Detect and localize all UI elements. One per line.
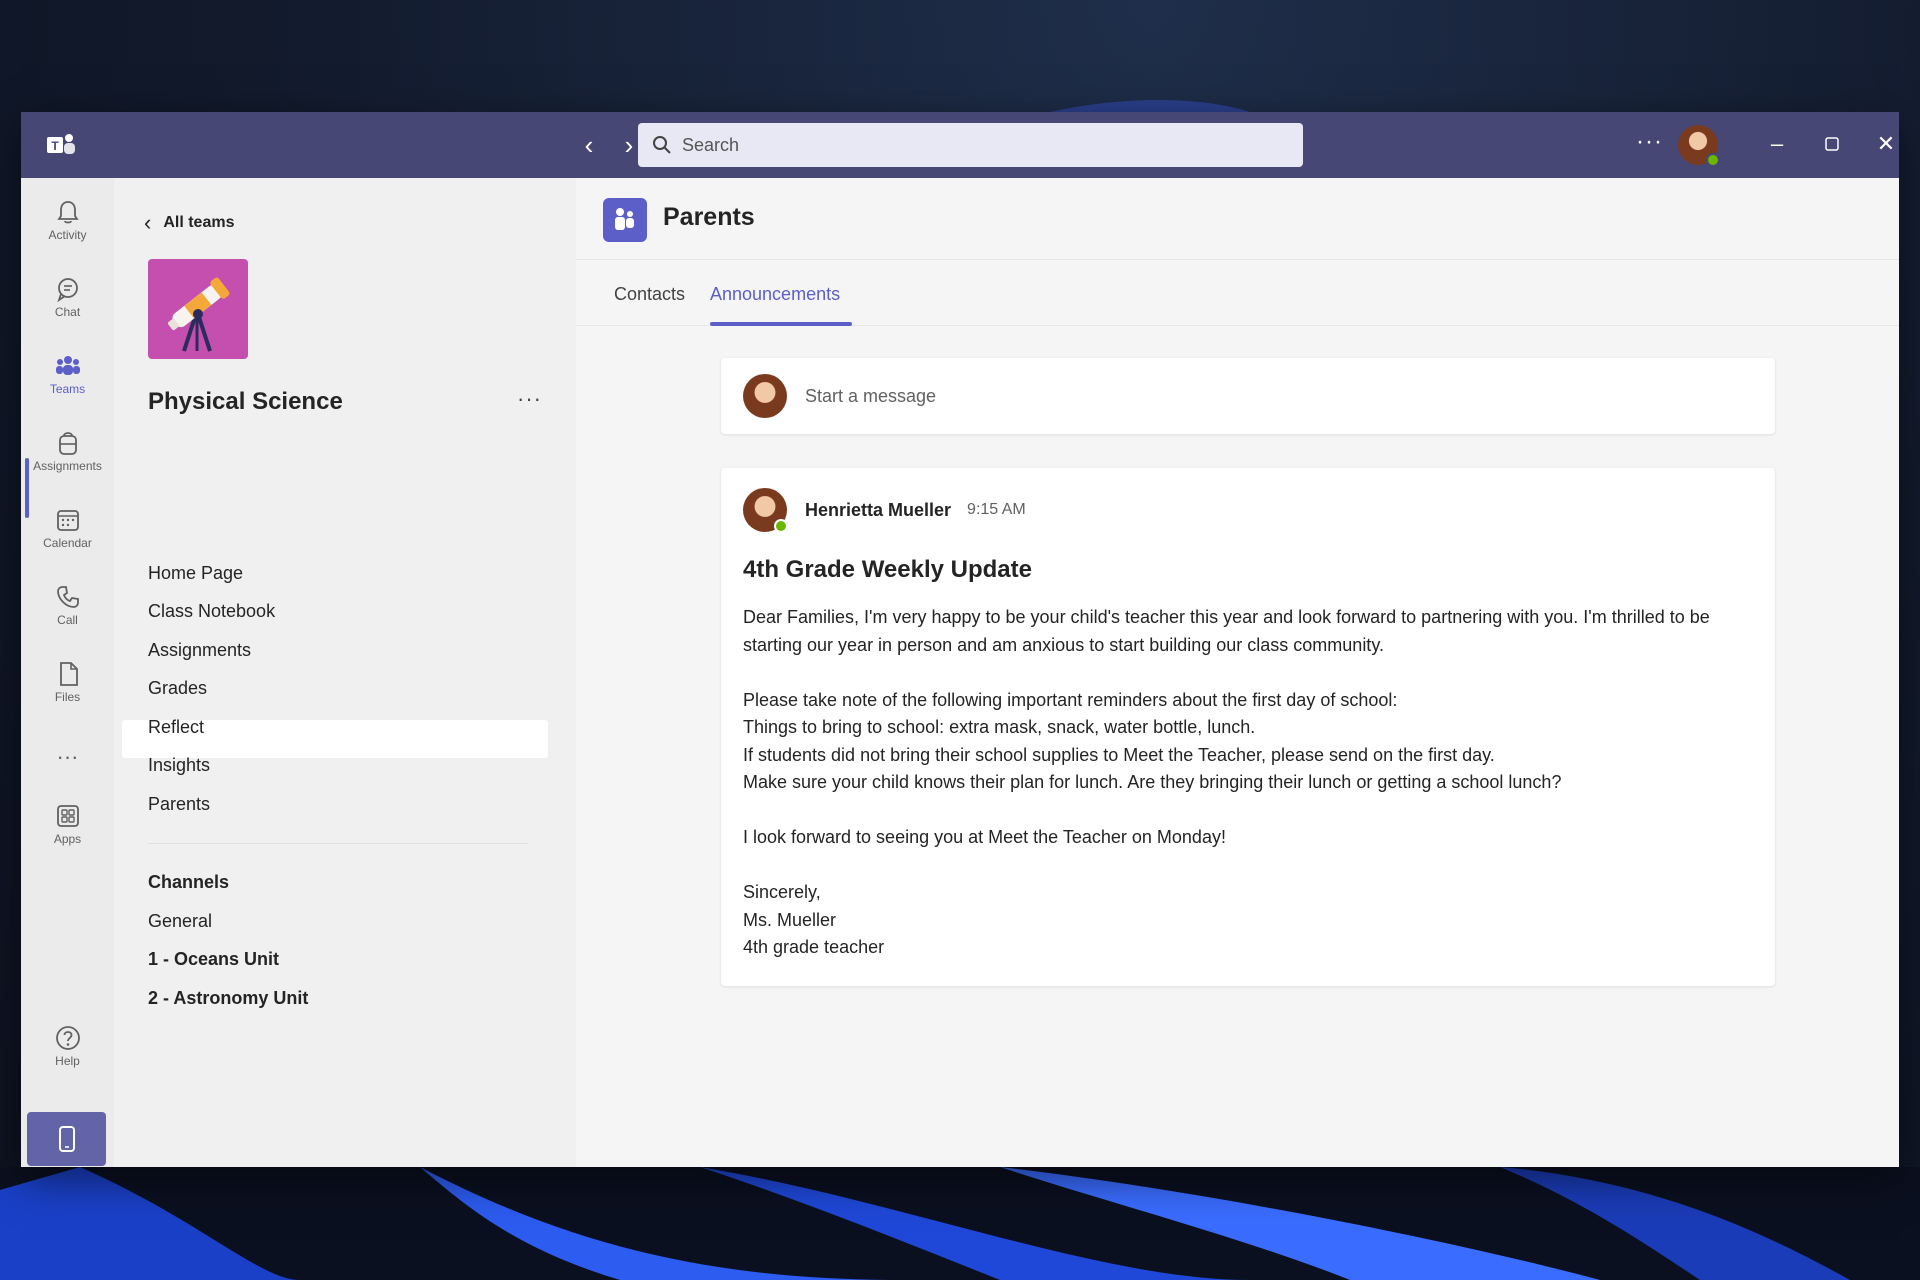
calendar-icon [56, 510, 79, 531]
presence-dot [774, 519, 788, 533]
team-nav-insights[interactable]: Insights [148, 755, 210, 776]
rail-label: Call [57, 613, 78, 627]
user-avatar[interactable] [1678, 125, 1720, 167]
team-more-options-icon[interactable]: ··· [517, 386, 542, 412]
message-input[interactable] [805, 385, 1705, 407]
rail-item-apps[interactable]: Apps [21, 794, 114, 864]
chevron-left-icon: ‹ [144, 210, 152, 235]
rail-label: Chat [54, 305, 81, 319]
team-image [148, 259, 248, 359]
parents-channel-icon [603, 198, 647, 242]
rail-label: Help [55, 1054, 80, 1068]
compose-box[interactable] [721, 358, 1775, 434]
all-teams-link[interactable]: ‹ All teams [144, 210, 234, 236]
help-icon [55, 1026, 80, 1050]
chat-icon [56, 278, 78, 303]
channels-heading: Channels [148, 872, 230, 892]
post-signature-role: 4th grade teacher [743, 937, 885, 957]
rail-item-call[interactable]: Call [21, 575, 114, 645]
channel-oceans-unit[interactable]: 1 - Oceans Unit [148, 949, 279, 970]
rail-label: Files [54, 690, 81, 704]
post-paragraph: I look forward to seeing you at Meet the… [743, 827, 1226, 847]
post-signoff: Sincerely, [743, 882, 821, 902]
tab-bar: Contacts Announcements [576, 260, 1899, 326]
teams-logo-icon: T [47, 134, 75, 154]
app-rail: Activity Chat Teams Assignments Calendar… [21, 178, 114, 1167]
user-avatar [743, 374, 787, 418]
rail-label: Assignments [33, 459, 102, 473]
all-teams-label: All teams [163, 214, 235, 231]
active-tab-indicator [710, 322, 852, 326]
main-content: Parents Contacts Announcements Henrietta… [576, 178, 1899, 1167]
svg-text:T: T [51, 139, 59, 153]
team-panel: ‹ All teams Physical Science ··· Home Pa… [114, 178, 576, 1167]
apps-icon [56, 805, 79, 827]
post-timestamp: 9:15 AM [967, 501, 1026, 518]
title-bar: T ‹ › ··· – ✕ [21, 112, 1899, 178]
post-paragraph: Things to bring to school: extra mask, s… [743, 717, 1256, 737]
back-arrow-icon[interactable]: ‹ [574, 130, 604, 160]
search-box[interactable] [638, 123, 1303, 167]
telescope-icon [167, 277, 230, 352]
rail-item-teams[interactable]: Teams [21, 344, 114, 414]
post-paragraph: If students did not bring their school s… [743, 744, 1495, 765]
rail-item-activity[interactable]: Activity [21, 190, 114, 260]
file-icon [59, 662, 78, 686]
rail-item-assignments[interactable]: Assignments [21, 421, 114, 491]
mobile-app-button[interactable] [27, 1112, 106, 1166]
post-paragraph: Dear Families, I'm very happy to be your… [743, 607, 1710, 655]
rail-item-files[interactable]: Files [21, 652, 114, 722]
more-options-icon[interactable]: ··· [1636, 128, 1663, 156]
rail-more-button[interactable]: ··· [21, 738, 114, 778]
post-header: Henrietta Mueller 9:15 AM [743, 488, 1026, 533]
search-input[interactable] [682, 134, 1262, 156]
team-nav-home-page[interactable]: Home Page [148, 563, 243, 584]
channel-title: Parents [663, 203, 755, 231]
search-icon [653, 136, 671, 154]
rail-label: Calendar [43, 536, 92, 550]
team-name: Physical Science [148, 388, 343, 415]
teams-window: T ‹ › ··· – ✕ Activity Chat [21, 112, 1899, 1167]
team-nav-class-notebook[interactable]: Class Notebook [148, 601, 275, 622]
tab-contacts[interactable]: Contacts [614, 284, 685, 305]
more-icon: ··· [56, 744, 79, 769]
post-paragraph: Make sure your child knows their plan fo… [743, 772, 1562, 792]
phone-icon [56, 586, 79, 608]
channel-header: Parents [576, 178, 1899, 260]
author-avatar[interactable] [743, 488, 788, 533]
minimize-icon[interactable]: – [1761, 128, 1793, 160]
announcement-post: Henrietta Mueller 9:15 AM 4th Grade Week… [721, 468, 1775, 986]
teams-icon [55, 356, 80, 375]
post-title: 4th Grade Weekly Update [743, 556, 1032, 583]
rail-label: Activity [48, 228, 87, 242]
rail-label: Teams [49, 382, 86, 396]
post-body: Dear Families, I'm very happy to be your… [743, 604, 1753, 962]
post-signature-name: Ms. Mueller [743, 909, 837, 930]
rail-item-help[interactable]: Help [21, 1016, 114, 1086]
rail-item-calendar[interactable]: Calendar [21, 498, 114, 568]
rail-item-chat[interactable]: Chat [21, 267, 114, 337]
mobile-phone-icon [58, 1126, 75, 1152]
bell-icon [56, 201, 79, 224]
rail-label: Apps [53, 832, 82, 846]
team-nav-assignments[interactable]: Assignments [148, 640, 251, 661]
post-author[interactable]: Henrietta Mueller [805, 500, 951, 521]
channel-astronomy-unit[interactable]: 2 - Astronomy Unit [148, 988, 308, 1009]
team-nav-parents[interactable]: Parents [148, 794, 210, 815]
close-icon[interactable]: ✕ [1870, 128, 1899, 160]
backpack-icon [58, 432, 77, 455]
presence-dot [1706, 153, 1720, 167]
divider [148, 843, 528, 844]
post-paragraph: Please take note of the following import… [743, 689, 1398, 710]
maximize-icon[interactable] [1816, 128, 1848, 160]
tab-announcements[interactable]: Announcements [710, 284, 840, 305]
channel-general[interactable]: General [148, 911, 212, 932]
team-nav-grades[interactable]: Grades [148, 678, 207, 699]
team-nav-reflect[interactable]: Reflect [148, 717, 204, 738]
